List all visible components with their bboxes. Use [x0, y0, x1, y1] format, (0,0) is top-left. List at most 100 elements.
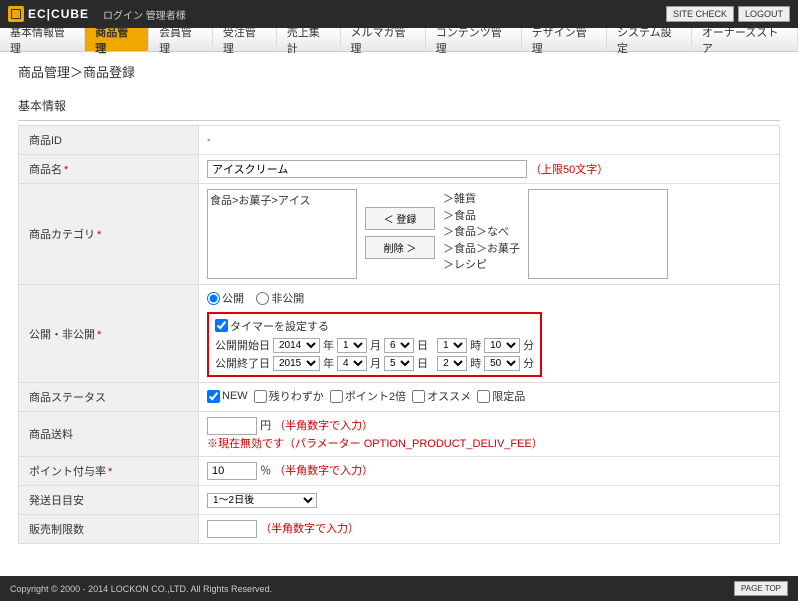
category-delete-button[interactable]: 削除 ＞: [365, 236, 435, 259]
status-pt2-checkbox[interactable]: ポイント2倍: [330, 388, 406, 404]
mainnav-item-4[interactable]: 売上集計: [277, 28, 341, 51]
timer-start-month[interactable]: 1: [337, 338, 367, 353]
unit-hour-1: 時: [470, 337, 481, 353]
unit-hour-2: 時: [470, 355, 481, 371]
publish-private-radio[interactable]: 非公開: [256, 290, 304, 306]
category-tree-item-3[interactable]: ＞食品＞お菓子: [443, 241, 520, 258]
timer-start-hour[interactable]: 1: [437, 338, 467, 353]
mainnav-item-3[interactable]: 受注管理: [213, 28, 277, 51]
publish-req: *: [97, 329, 101, 341]
category-tree-item-1[interactable]: ＞食品: [443, 208, 520, 225]
row-shipping-label: 商品送料: [19, 412, 199, 457]
status-left-checkbox[interactable]: 残りわずか: [254, 388, 324, 404]
row-product-id-label: 商品ID: [19, 126, 199, 155]
row-point-label: ポイント付与率*: [19, 457, 199, 486]
row-publish-label: 公開・非公開*: [19, 285, 199, 383]
row-deliv-label: 発送日目安: [19, 486, 199, 515]
timer-start-year[interactable]: 2014: [273, 338, 320, 353]
unit-year-2: 年: [323, 355, 334, 371]
point-note: （半角数字で入力）: [274, 465, 373, 477]
mainnav-item-6[interactable]: コンテンツ管理: [426, 28, 522, 51]
status-rec-input[interactable]: [412, 390, 425, 403]
category-register-button[interactable]: ＜ 登録: [365, 207, 435, 230]
timer-end-min[interactable]: 50: [484, 356, 520, 371]
timer-end-hour[interactable]: 2: [437, 356, 467, 371]
salelimit-note: （半角数字で入力）: [260, 523, 359, 535]
timer-end-label: 公開終了日: [215, 355, 270, 371]
product-name-req: *: [64, 164, 68, 176]
shipping-input[interactable]: [207, 417, 257, 435]
page-top-button[interactable]: PAGE TOP: [734, 581, 788, 596]
timer-label-text: タイマーを設定する: [230, 318, 329, 334]
unit-year-1: 年: [323, 337, 334, 353]
logo-icon: [8, 6, 24, 22]
status-new-text: NEW: [222, 390, 248, 402]
logo: EC|CUBE: [8, 6, 89, 22]
product-name-input[interactable]: [207, 160, 527, 178]
status-rec-checkbox[interactable]: オススメ: [412, 388, 471, 404]
category-tree-item-0[interactable]: ＞雑貨: [443, 191, 520, 208]
row-point-cell: ％ （半角数字で入力）: [199, 457, 780, 486]
timer-end-year[interactable]: 2015: [273, 356, 320, 371]
status-new-checkbox[interactable]: NEW: [207, 390, 248, 403]
timer-enable-checkbox[interactable]: タイマーを設定する: [215, 318, 329, 334]
category-label-text: 商品カテゴリ: [29, 229, 95, 241]
section-basic-title: 基本情報: [18, 91, 780, 121]
form-table: 商品ID - 商品名* （上限50文字） 商品カテゴリ* 食品>お菓子>アイス: [18, 125, 780, 544]
status-pt2-input[interactable]: [330, 390, 343, 403]
publish-private-text: 非公開: [271, 290, 304, 306]
row-salelimit-label: 販売制限数: [19, 515, 199, 544]
mainnav-item-7[interactable]: デザイン管理: [522, 28, 607, 51]
breadcrumb: 商品管理＞商品登録: [0, 52, 798, 91]
publish-public-text: 公開: [222, 290, 244, 306]
category-selected-list[interactable]: 食品>お菓子>アイス: [207, 189, 357, 279]
timer-start-row: 公開開始日 2014年 1月 6日 1時 10分: [215, 337, 534, 353]
main-nav: 基本情報管理商品管理会員管理受注管理売上集計メルマガ管理コンテンツ管理デザイン管…: [0, 28, 798, 52]
timer-end-month[interactable]: 4: [337, 356, 367, 371]
timer-end-day[interactable]: 5: [384, 356, 414, 371]
unit-month-1: 月: [370, 337, 381, 353]
status-left-input[interactable]: [254, 390, 267, 403]
mainnav-item-1[interactable]: 商品管理: [85, 28, 149, 51]
timer-start-day[interactable]: 6: [384, 338, 414, 353]
point-unit: ％: [260, 465, 271, 477]
unit-day-1: 日: [417, 337, 428, 353]
logout-button[interactable]: LOGOUT: [738, 6, 790, 22]
category-tree-item-4[interactable]: ＞レシピ: [443, 257, 520, 274]
status-ltd-text: 限定品: [492, 388, 525, 404]
mainnav-item-0[interactable]: 基本情報管理: [0, 28, 85, 51]
footer-copyright: Copyright © 2000 - 2014 LOCKON CO.,LTD. …: [10, 584, 272, 594]
site-check-button[interactable]: SITE CHECK: [666, 6, 734, 22]
mainnav-item-8[interactable]: システム設定: [607, 28, 692, 51]
publish-label-text: 公開・非公開: [29, 329, 95, 341]
timer-enable-checkbox-input[interactable]: [215, 319, 228, 332]
category-req: *: [97, 229, 101, 241]
row-product-name-cell: （上限50文字）: [199, 155, 780, 184]
timer-start-label: 公開開始日: [215, 337, 270, 353]
login-user-label: ログイン 管理者様: [103, 7, 186, 22]
row-publish-cell: 公開 非公開 タイマーを設定する 公開開始日 2014年 1月 6日 1時 10…: [199, 285, 780, 383]
status-ltd-input[interactable]: [477, 390, 490, 403]
row-salelimit-cell: （半角数字で入力）: [199, 515, 780, 544]
logo-text: EC|CUBE: [28, 7, 89, 21]
status-ltd-checkbox[interactable]: 限定品: [477, 388, 525, 404]
status-new-input[interactable]: [207, 390, 220, 403]
product-name-label-text: 商品名: [29, 164, 62, 176]
deliv-select[interactable]: 1～2日後: [207, 493, 317, 508]
row-category-cell: 食品>お菓子>アイス ＜ 登録 削除 ＞ ＞雑貨＞食品＞食品＞なべ＞食品＞お菓子…: [199, 184, 780, 285]
category-available-list[interactable]: [528, 189, 668, 279]
publish-public-radio[interactable]: 公開: [207, 290, 244, 306]
row-category-label: 商品カテゴリ*: [19, 184, 199, 285]
publish-public-radio-input[interactable]: [207, 292, 220, 305]
row-deliv-cell: 1～2日後: [199, 486, 780, 515]
salelimit-input[interactable]: [207, 520, 257, 538]
category-selected-item[interactable]: 食品>お菓子>アイス: [210, 192, 354, 208]
category-tree-item-2[interactable]: ＞食品＞なべ: [443, 224, 520, 241]
timer-start-min[interactable]: 10: [484, 338, 520, 353]
point-input[interactable]: [207, 462, 257, 480]
publish-private-radio-input[interactable]: [256, 292, 269, 305]
shipping-unit: 円: [260, 420, 271, 432]
mainnav-item-9[interactable]: オーナーズストア: [692, 28, 798, 51]
mainnav-item-5[interactable]: メルマガ管理: [341, 28, 426, 51]
mainnav-item-2[interactable]: 会員管理: [149, 28, 213, 51]
